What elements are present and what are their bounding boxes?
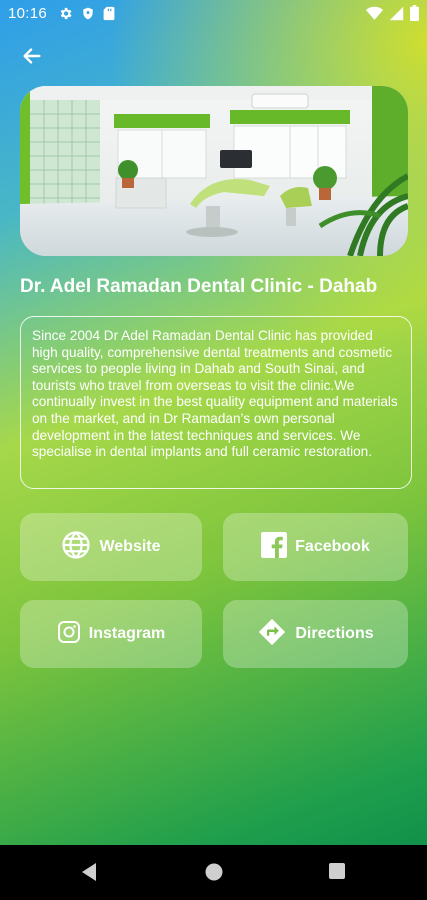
instagram-icon: [57, 620, 81, 649]
arrow-left-icon: [21, 45, 43, 72]
home-circle-icon[interactable]: [204, 862, 224, 887]
instagram-label: Instagram: [88, 625, 166, 642]
battery-icon: [410, 5, 419, 25]
wifi-icon: [366, 6, 383, 25]
shield-icon: [81, 6, 95, 25]
directions-button[interactable]: Directions: [223, 600, 408, 668]
directions-label: Directions: [295, 625, 374, 642]
clinic-description: Since 2004 Dr Adel Ramadan Dental Clinic…: [32, 328, 398, 460]
website-label: Website: [99, 538, 161, 555]
directions-icon: [257, 617, 287, 652]
status-bar: 10:16: [0, 0, 427, 28]
instagram-button[interactable]: Instagram: [20, 600, 202, 668]
recents-square-icon[interactable]: [328, 862, 346, 885]
gear-icon: [58, 6, 73, 25]
globe-icon: [61, 530, 91, 565]
website-button[interactable]: Website: [20, 513, 202, 581]
facebook-label: Facebook: [295, 538, 370, 555]
facebook-icon: [261, 531, 288, 563]
clinic-photo: [20, 86, 408, 256]
sd-card-icon: [103, 6, 115, 25]
facebook-button[interactable]: Facebook: [223, 513, 408, 581]
back-triangle-icon[interactable]: [80, 862, 98, 887]
clinic-description-box: Since 2004 Dr Adel Ramadan Dental Clinic…: [20, 316, 412, 489]
status-time: 10:16: [8, 5, 48, 22]
clinic-title: Dr. Adel Ramadan Dental Clinic - Dahab: [20, 276, 378, 297]
back-button[interactable]: [18, 44, 46, 72]
signal-icon: [389, 6, 404, 25]
system-nav-bar: [0, 845, 427, 900]
